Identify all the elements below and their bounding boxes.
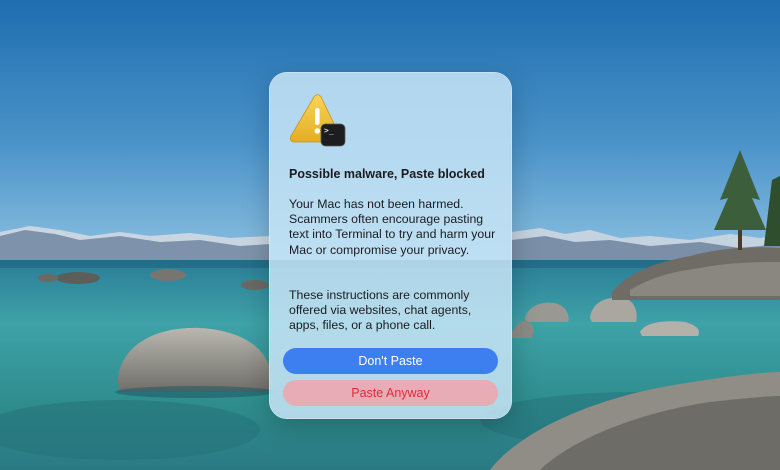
alert-title: Possible malware, Paste blocked [289,167,485,181]
paste-blocked-alert: >_ Possible malware, Paste blocked Your … [269,72,512,419]
terminal-prompt-icon: >_ [324,126,334,135]
alert-message-harm: Your Mac has not been harmed. Scammers o… [289,197,496,257]
desktop: >_ Possible malware, Paste blocked Your … [0,0,780,470]
alert-message-sources: These instructions are commonly offered … [289,288,472,333]
dont-paste-button[interactable]: Don't Paste [283,348,498,374]
warning-triangle-with-terminal-icon: >_ [288,94,346,148]
paste-anyway-button[interactable]: Paste Anyway [283,380,498,406]
